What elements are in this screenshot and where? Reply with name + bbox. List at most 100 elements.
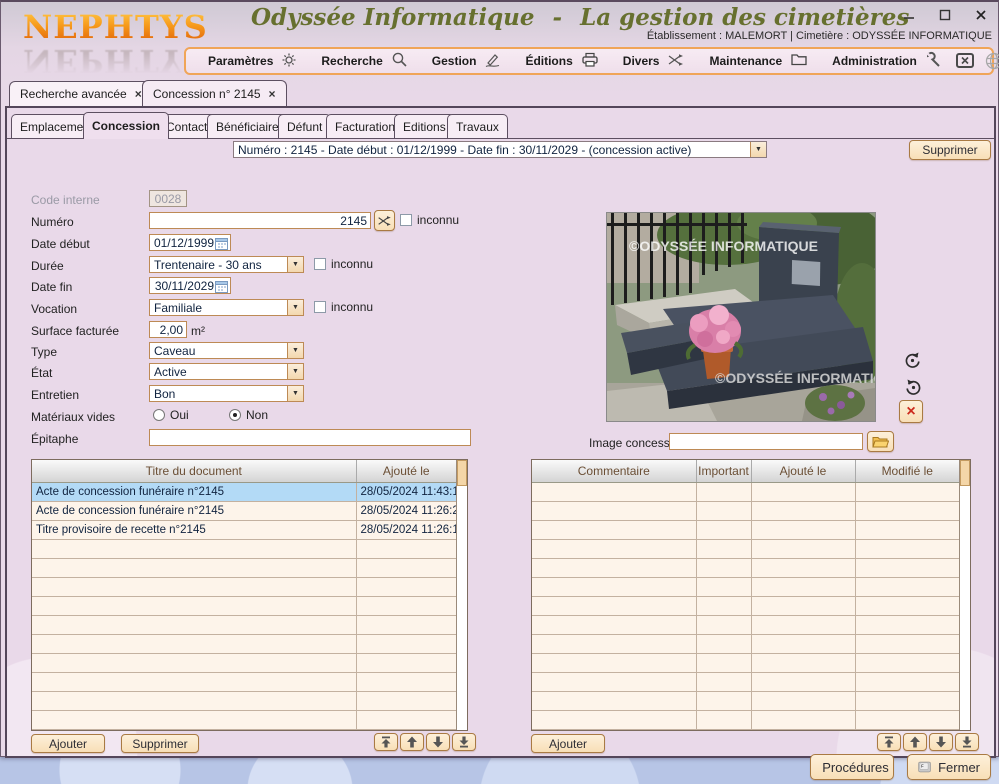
date-fin-input[interactable] <box>153 278 214 293</box>
table-row[interactable] <box>32 691 457 711</box>
table-row[interactable] <box>32 558 457 578</box>
col-header-ajoute[interactable]: Ajouté le <box>356 460 456 483</box>
documents-add-button[interactable]: Ajouter <box>31 734 105 753</box>
menu-gestion[interactable]: Gestion <box>420 49 514 73</box>
close-tab-icon[interactable]: × <box>269 87 276 101</box>
table-row[interactable] <box>532 596 960 616</box>
tab-recherche-avancee[interactable]: Recherche avancée × <box>9 81 153 106</box>
numero-input[interactable] <box>153 213 367 228</box>
table-row[interactable] <box>32 634 457 654</box>
col-header-titre[interactable]: Titre du document <box>32 460 357 483</box>
table-row[interactable] <box>32 615 457 635</box>
table-row[interactable] <box>32 710 457 730</box>
menu-editions[interactable]: Éditions <box>513 49 610 73</box>
move-top-button[interactable] <box>877 733 901 751</box>
image-path-input[interactable] <box>673 434 859 449</box>
tab-travaux[interactable]: Travaux <box>447 114 508 138</box>
table-row[interactable] <box>32 539 457 559</box>
numero-inconnu-checkbox[interactable] <box>400 214 412 226</box>
move-up-button[interactable] <box>903 733 927 751</box>
table-row[interactable]: Acte de concession funéraire n°2145 28/05… <box>32 501 457 521</box>
comments-add-button[interactable]: Ajouter <box>531 734 605 753</box>
chevron-down-icon[interactable]: ▼ <box>287 386 303 401</box>
documents-delete-button[interactable]: Supprimer <box>121 734 199 753</box>
table-row[interactable] <box>532 520 960 540</box>
table-row[interactable] <box>532 482 960 502</box>
menu-maintenance[interactable]: Maintenance <box>697 49 820 73</box>
menu-parametres[interactable]: Paramètres <box>196 49 309 73</box>
surface-input[interactable] <box>153 322 183 337</box>
date-debut-input[interactable] <box>153 235 214 250</box>
chevron-down-icon[interactable]: ▼ <box>287 343 303 358</box>
procedures-button[interactable]: P Procédures <box>810 754 894 780</box>
epitaphe-field[interactable] <box>149 429 471 446</box>
move-bottom-button[interactable] <box>452 733 476 751</box>
entretien-select[interactable]: Bon ▼ <box>149 385 304 402</box>
browse-image-button[interactable] <box>867 431 894 452</box>
materiaux-non-radio[interactable] <box>229 409 241 421</box>
documents-scrollbar[interactable] <box>456 460 467 730</box>
col-header-ajoute[interactable]: Ajouté le <box>751 460 856 483</box>
scrollbar-thumb[interactable] <box>457 460 467 486</box>
epitaphe-input[interactable] <box>153 430 467 445</box>
surface-field[interactable] <box>149 321 187 338</box>
vocation-inconnu-checkbox[interactable] <box>314 301 326 313</box>
tab-defunt[interactable]: Défunt <box>278 114 332 138</box>
etat-select[interactable]: Active ▼ <box>149 363 304 380</box>
materiaux-oui-radio[interactable] <box>153 409 165 421</box>
table-row[interactable] <box>532 710 960 730</box>
maximize-button[interactable] <box>938 8 952 22</box>
duree-select[interactable]: Trentenaire - 30 ans ▼ <box>149 256 304 273</box>
vocation-select[interactable]: Familiale ▼ <box>149 299 304 316</box>
col-header-commentaire[interactable]: Commentaire <box>532 460 697 483</box>
table-row[interactable] <box>532 539 960 559</box>
chevron-down-icon[interactable]: ▼ <box>287 257 303 272</box>
date-fin-field[interactable] <box>149 277 231 294</box>
menu-recherche[interactable]: Recherche <box>309 49 419 73</box>
rotate-left-icon[interactable] <box>903 351 922 373</box>
tab-beneficiaire[interactable]: Bénéficiaire <box>207 114 288 138</box>
record-selector[interactable]: Numéro : 2145 - Date début : 01/12/1999 … <box>233 141 767 158</box>
table-row[interactable] <box>532 577 960 597</box>
col-header-important[interactable]: Important <box>696 460 752 483</box>
close-button[interactable] <box>974 8 988 22</box>
move-down-button[interactable] <box>929 733 953 751</box>
duree-inconnu-checkbox[interactable] <box>314 258 326 270</box>
move-bottom-button[interactable] <box>955 733 979 751</box>
tab-concession[interactable]: Concession <box>83 112 170 139</box>
calendar-icon[interactable] <box>215 237 228 250</box>
close-tab-icon[interactable]: × <box>135 87 142 101</box>
table-row[interactable]: Titre provisoire de recette n°2145 28/05/… <box>32 520 457 540</box>
remote-desktop-icon[interactable] <box>954 51 976 71</box>
table-row[interactable] <box>532 558 960 578</box>
table-row[interactable] <box>32 653 457 673</box>
date-debut-field[interactable] <box>149 234 231 251</box>
move-top-button[interactable] <box>374 733 398 751</box>
chevron-down-icon[interactable]: ▼ <box>287 300 303 315</box>
col-header-modifie[interactable]: Modifié le <box>855 460 959 483</box>
delete-concession-button[interactable]: Supprimer <box>909 140 991 160</box>
table-row[interactable] <box>32 596 457 616</box>
fermer-button[interactable]: F Fermer <box>907 754 991 780</box>
menu-divers[interactable]: Divers <box>611 49 698 73</box>
tab-facturation[interactable]: Facturation <box>326 114 405 138</box>
remove-photo-button[interactable]: × <box>899 400 923 423</box>
comments-scrollbar[interactable] <box>959 460 970 730</box>
table-row[interactable] <box>532 653 960 673</box>
swap-numero-button[interactable] <box>374 210 395 231</box>
table-row[interactable] <box>532 672 960 692</box>
tab-concession-2145[interactable]: Concession n° 2145 × <box>142 80 287 106</box>
table-row[interactable] <box>532 615 960 635</box>
menu-administration[interactable]: Administration <box>820 49 954 73</box>
image-path-field[interactable] <box>669 433 863 450</box>
chevron-down-icon[interactable]: ▼ <box>287 364 303 379</box>
move-up-button[interactable] <box>400 733 424 751</box>
tab-editions[interactable]: Editions <box>394 114 455 138</box>
type-select[interactable]: Caveau ▼ <box>149 342 304 359</box>
table-row[interactable]: Acte de concession funéraire n°2145 28/05… <box>32 482 457 502</box>
table-row[interactable] <box>532 501 960 521</box>
numero-field[interactable] <box>149 212 371 229</box>
calendar-icon[interactable] <box>215 280 228 293</box>
chevron-down-icon[interactable]: ▼ <box>750 142 766 157</box>
rotate-right-icon[interactable] <box>904 378 923 400</box>
